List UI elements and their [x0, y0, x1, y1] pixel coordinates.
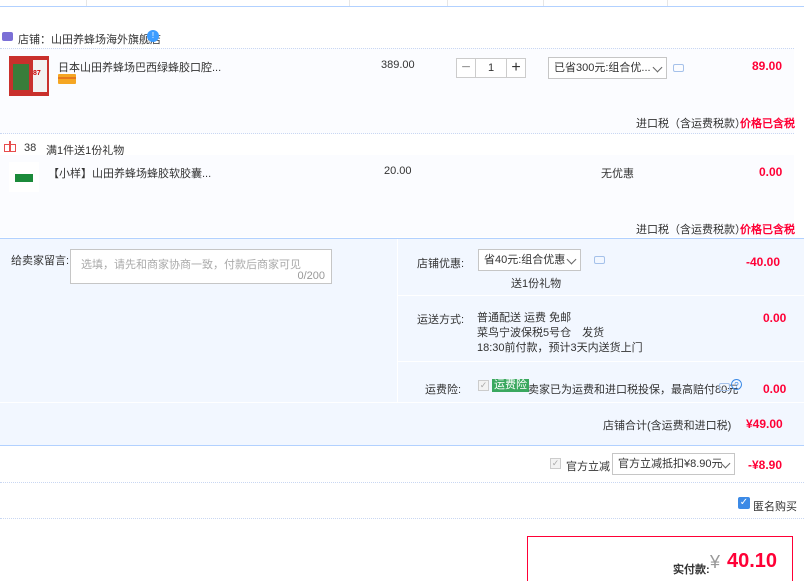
payment-currency: ¥ [710, 552, 721, 572]
official-discount-amount: -¥8.90 [748, 458, 783, 472]
item-price: 389.00 [381, 59, 415, 71]
official-discount-select[interactable]: 官方立减抵扣¥8.90元 [612, 453, 735, 475]
shipping-warehouse: 菜鸟宁波保税5号仓 发货 [477, 327, 605, 339]
insurance-amount: 0.00 [763, 382, 787, 396]
insurance-badge: 运费险 [492, 379, 529, 392]
product-thumbnail[interactable]: 87 [9, 56, 49, 96]
divider [397, 361, 804, 362]
message-placeholder: 选填，请先和商家协商一致，付款后商家可见 [81, 259, 301, 271]
shipping-method: 普通配送 运费 免邮 [477, 312, 572, 324]
gift-count: 38 [24, 142, 37, 154]
message-label: 给卖家留言: [11, 255, 70, 267]
gift-note: 送1份礼物 [511, 278, 562, 290]
official-discount-checkbox[interactable]: ✓ [550, 458, 561, 469]
shipping-label: 运送方式: [417, 314, 465, 326]
shop-total-amount: ¥49.00 [746, 417, 783, 431]
gift-subtotal: 0.00 [759, 165, 783, 179]
shipping-amount: 0.00 [763, 311, 787, 325]
decrease-button[interactable]: − [456, 58, 476, 78]
payment-amount: 40.10 [727, 550, 778, 572]
official-discount-label: 官方立减 [566, 461, 610, 473]
shop-total-label: 店铺合计(含运费和进口税) [603, 420, 732, 432]
promo-select-value: 已省300元:组合优... [554, 62, 651, 74]
divider [397, 295, 804, 296]
item-subtotal: 89.00 [752, 59, 783, 73]
promo-select[interactable]: 已省300元:组合优... [548, 57, 667, 79]
gift-icon [4, 141, 16, 152]
increase-button[interactable]: + [506, 58, 526, 78]
divider [0, 133, 794, 135]
divider [0, 518, 804, 520]
gift-tax-note: 进口税（含运费税款） [636, 224, 746, 236]
gift-tax-included: 价格已含税 [740, 224, 795, 236]
chevron-down-icon [566, 254, 577, 265]
message-icon[interactable] [594, 256, 605, 264]
message-counter: 0/200 [297, 270, 325, 282]
shipping-eta: 18:30前付款，预计3天内送货上门 [477, 342, 643, 354]
shop-discount-amount: -40.00 [746, 255, 781, 269]
product-title-link[interactable]: 日本山田养蜂场巴西绿蜂胶口腔... [58, 59, 221, 75]
chevron-down-icon [652, 62, 663, 73]
gift-thumbnail[interactable] [9, 162, 39, 192]
quantity-input[interactable]: 1 [476, 58, 506, 78]
shop-label: 店铺： [18, 34, 51, 46]
message-icon[interactable] [673, 64, 684, 72]
message-icon[interactable] [719, 383, 730, 391]
shop-name-link[interactable]: 山田养蜂场海外旗舰店 [51, 34, 161, 46]
divider [397, 239, 398, 402]
shop-discount-label: 店铺优惠: [417, 258, 465, 270]
divider [0, 402, 804, 403]
shop-line: 店铺：山田养蜂场海外旗舰店 [18, 31, 161, 47]
insurance-label: 运费险: [425, 384, 462, 396]
gift-title-link[interactable]: 【小样】山田养蜂场蜂胶软胶囊... [48, 165, 211, 181]
seller-message-input[interactable]: 选填，请先和商家协商一致，付款后商家可见 0/200 [70, 249, 332, 284]
chat-bubble-icon[interactable]: ! [147, 30, 159, 42]
insurance-text: 卖家已为运费和进口税投保，最高赔付80元 [528, 384, 739, 396]
insurance-checkbox[interactable]: ✓ [478, 380, 489, 391]
help-icon[interactable]: ? [731, 379, 742, 390]
column-header-strip [0, 0, 804, 7]
shop-discount-value: 省40元:组合优惠 [484, 254, 566, 266]
payment-label: 实付款: [673, 564, 710, 576]
quantity-stepper: − 1 + [456, 58, 526, 78]
shop-icon [2, 32, 13, 41]
anonymous-label: 匿名购买 [753, 501, 797, 513]
gift-promo: 无优惠 [601, 168, 634, 180]
shipping-details: 普通配送 运费 免邮 菜鸟宁波保税5号仓 发货 18:30前付款，预计3天内送货… [477, 311, 643, 356]
gift-price: 20.00 [384, 165, 412, 177]
card-icon [58, 74, 76, 84]
anonymous-checkbox[interactable]: ✓ [738, 497, 750, 509]
tax-included-label: 价格已含税 [740, 118, 795, 130]
shop-discount-select[interactable]: 省40元:组合优惠 [478, 249, 581, 271]
import-tax-note: 进口税（含运费税款） [636, 118, 746, 130]
divider [0, 482, 804, 484]
official-discount-value: 官方立减抵扣¥8.90元 [618, 458, 723, 470]
